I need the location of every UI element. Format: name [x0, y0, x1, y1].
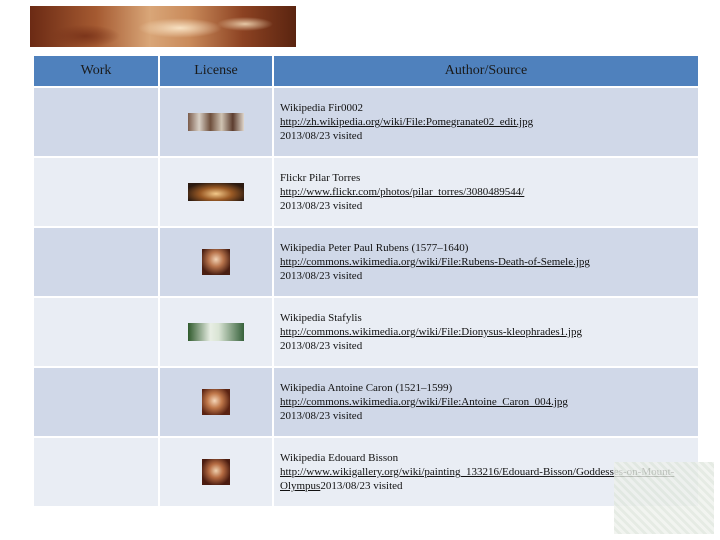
table-row: Wikipedia Antoine Caron (1521–1599) http…: [34, 368, 698, 436]
vase-thumbnail-icon: [188, 323, 244, 341]
source-author: Wikipedia Antoine Caron (1521–1599): [280, 382, 453, 394]
source-author: Wikipedia Stafylis: [280, 312, 362, 324]
visited-date: 2013/08/23 visited: [280, 130, 363, 142]
table-header-row: Work License Author/Source: [34, 56, 698, 86]
source-link[interactable]: http://commons.wikimedia.org/wiki/File:A…: [280, 396, 568, 408]
work-cell: [34, 438, 158, 506]
source-cell: Wikipedia Fir0002 http://zh.wikipedia.or…: [274, 88, 698, 156]
source-link[interactable]: http://zh.wikipedia.org/wiki/File:Pomegr…: [280, 116, 533, 128]
source-author: Wikipedia Peter Paul Rubens (1577–1640): [280, 242, 469, 254]
work-cell: [34, 228, 158, 296]
photo-thumbnail-icon: [188, 183, 244, 201]
painting-thumbnail-icon: [202, 459, 230, 485]
painting-thumbnail-icon: [202, 249, 230, 275]
column-header-work: Work: [34, 56, 158, 86]
table-row: Wikipedia Peter Paul Rubens (1577–1640) …: [34, 228, 698, 296]
table-row: Wikipedia Stafylis http://commons.wikime…: [34, 298, 698, 366]
table-row: Flickr Pilar Torres http://www.flickr.co…: [34, 158, 698, 226]
source-cell: Flickr Pilar Torres http://www.flickr.co…: [274, 158, 698, 226]
painting-thumbnail-icon: [188, 113, 244, 131]
license-cell: [160, 228, 272, 296]
source-cell: Wikipedia Stafylis http://commons.wikime…: [274, 298, 698, 366]
column-header-license: License: [160, 56, 272, 86]
source-link[interactable]: http://www.flickr.com/photos/pilar_torre…: [280, 186, 524, 198]
credits-table: Work License Author/Source Wikipedia Fir…: [32, 54, 700, 508]
column-header-author-source: Author/Source: [274, 56, 698, 86]
license-cell: [160, 368, 272, 436]
work-cell: [34, 88, 158, 156]
header-painting-banner: [30, 6, 296, 47]
visited-date: 2013/08/23 visited: [280, 340, 363, 352]
license-cell: [160, 438, 272, 506]
painting-thumbnail-icon: [202, 389, 230, 415]
license-cell: [160, 88, 272, 156]
source-link[interactable]: http://commons.wikimedia.org/wiki/File:D…: [280, 326, 582, 338]
table-row: Wikipedia Fir0002 http://zh.wikipedia.or…: [34, 88, 698, 156]
source-cell: Wikipedia Peter Paul Rubens (1577–1640) …: [274, 228, 698, 296]
visited-date: 2013/08/23 visited: [320, 480, 403, 492]
work-cell: [34, 368, 158, 436]
visited-date: 2013/08/23 visited: [280, 410, 363, 422]
source-link[interactable]: http://commons.wikimedia.org/wiki/File:R…: [280, 256, 590, 268]
corner-decoration-image: [614, 462, 714, 534]
license-cell: [160, 298, 272, 366]
source-author: Flickr Pilar Torres: [280, 172, 361, 184]
visited-date: 2013/08/23 visited: [280, 270, 363, 282]
license-cell: [160, 158, 272, 226]
table-row: Wikipedia Edouard Bisson http://www.wiki…: [34, 438, 698, 506]
work-cell: [34, 298, 158, 366]
visited-date: 2013/08/23 visited: [280, 200, 363, 212]
work-cell: [34, 158, 158, 226]
source-author: Wikipedia Fir0002: [280, 102, 363, 114]
source-cell: Wikipedia Antoine Caron (1521–1599) http…: [274, 368, 698, 436]
